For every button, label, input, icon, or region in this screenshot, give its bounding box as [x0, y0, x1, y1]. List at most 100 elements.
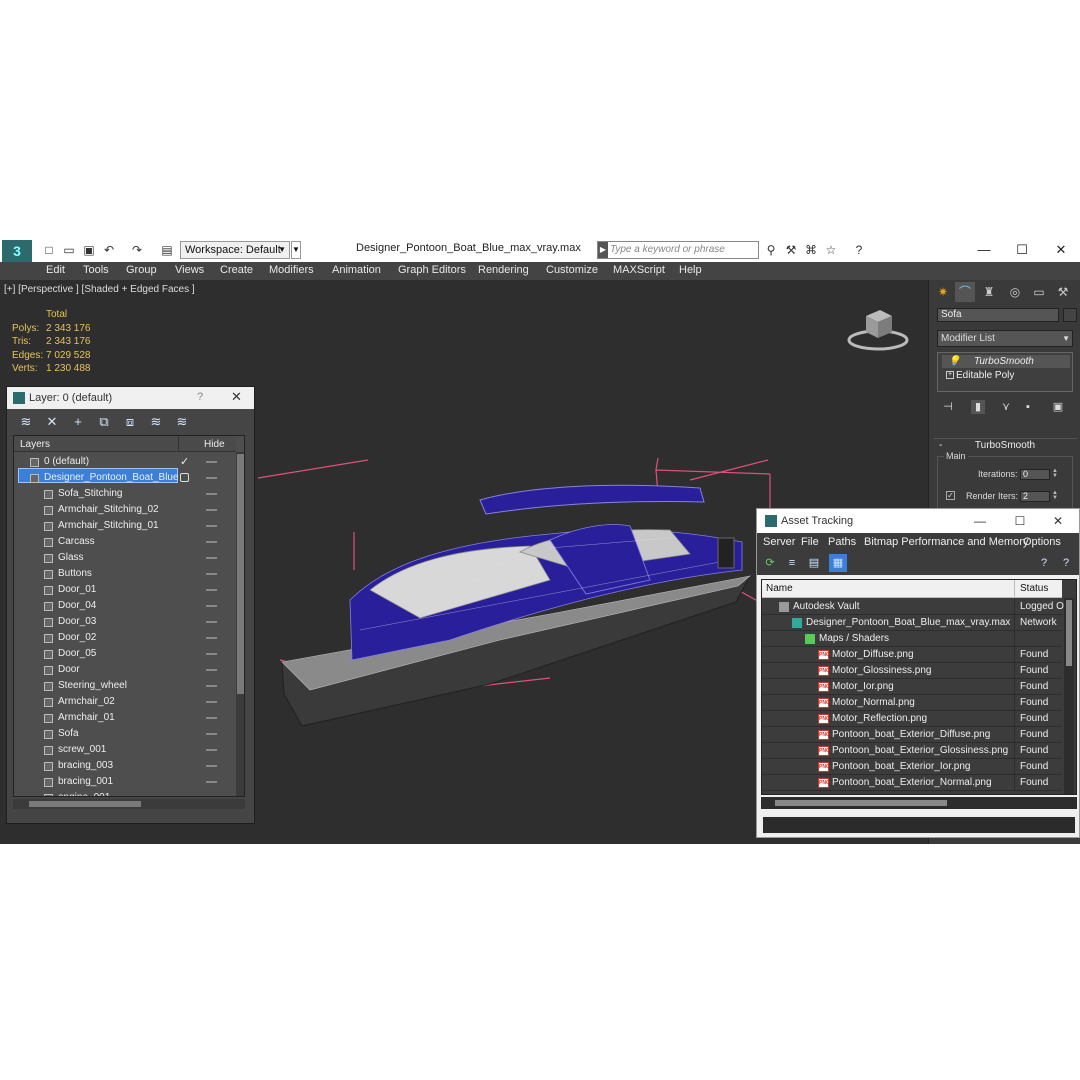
utilities-tab-icon[interactable]: ⚒	[1053, 282, 1073, 302]
hide-toggle-icon[interactable]	[206, 461, 217, 463]
satellite-icon[interactable]: ⌘	[804, 243, 818, 257]
scrollbar-thumb[interactable]	[1066, 600, 1072, 666]
asset-row[interactable]: PNG Motor_Normal.png Found	[762, 695, 1062, 711]
iterations-field[interactable]: 0	[1020, 469, 1050, 480]
layer-row[interactable]: bracing_001	[14, 774, 236, 790]
menu-graph-editors[interactable]: Graph Editors	[398, 264, 466, 276]
hide-toggle-icon[interactable]	[206, 749, 217, 751]
menu-views[interactable]: Views	[175, 264, 204, 276]
layer-row[interactable]: bracing_003	[14, 758, 236, 774]
wrench-icon[interactable]: ⚒	[784, 243, 798, 257]
menu-options[interactable]: Options	[1023, 536, 1061, 548]
context-help-icon[interactable]: ?	[1057, 554, 1075, 572]
menu-rendering[interactable]: Rendering	[478, 264, 529, 276]
render-iters-spinner-icon[interactable]: ▲ ▼	[1052, 490, 1058, 501]
layer-row[interactable]: Glass	[14, 550, 236, 566]
vertical-scrollbar[interactable]	[1064, 598, 1074, 794]
list-view-icon[interactable]: ≡	[783, 554, 801, 572]
scrollbar-thumb[interactable]	[237, 454, 244, 694]
layer-row[interactable]: Door_01	[14, 582, 236, 598]
render-iters-field[interactable]: 2	[1020, 491, 1050, 502]
display-tab-icon[interactable]: ▭	[1029, 282, 1049, 302]
new-file-icon[interactable]: □	[42, 243, 56, 257]
object-color-swatch[interactable]	[1063, 308, 1077, 322]
table-view-icon[interactable]: ▦	[829, 554, 847, 572]
asset-row[interactable]: Autodesk Vault Logged O	[762, 599, 1064, 615]
configure-sets-icon[interactable]: ▣	[1051, 400, 1065, 414]
layer-row[interactable]: screw_001	[14, 742, 236, 758]
asset-row[interactable]: PNG Motor_Diffuse.png Found	[762, 647, 1062, 663]
modifier-list-dropdown[interactable]: Modifier List ▼	[937, 330, 1073, 347]
viewport-label[interactable]: [+] [Perspective ] [Shaded + Edged Faces…	[4, 284, 195, 295]
layer-row[interactable]: Door_04	[14, 598, 236, 614]
close-button[interactable]: ✕	[1049, 512, 1067, 530]
layer-row[interactable]: Sofa_Stitching	[14, 486, 236, 502]
hide-toggle-icon[interactable]	[206, 717, 217, 719]
asset-row[interactable]: PNG Pontoon_boat_Exterior_Ior.png Found	[762, 759, 1062, 775]
pontoon-boat-model[interactable]	[250, 430, 790, 750]
hide-toggle-icon[interactable]	[206, 621, 217, 623]
menu-tools[interactable]: Tools	[83, 264, 109, 276]
stack-item-editable-poly[interactable]: + Editable Poly	[942, 369, 1070, 382]
help-button[interactable]: ?	[197, 391, 203, 403]
asset-row[interactable]: PNG Motor_Reflection.png Found	[762, 711, 1062, 727]
menu-server[interactable]: Server	[763, 536, 795, 548]
asset-row[interactable]: PNG Motor_Glossiness.png Found	[762, 663, 1062, 679]
star-icon[interactable]: ☆	[824, 243, 838, 257]
current-layer-check-icon[interactable]: ✓	[180, 454, 189, 470]
render-iters-checkbox[interactable]: ✓	[946, 491, 955, 500]
hide-toggle-icon[interactable]	[206, 653, 217, 655]
search-box[interactable]: ▶ Type a keyword or phrase	[597, 241, 759, 259]
asset-row[interactable]: Maps / Shaders	[762, 631, 1062, 647]
hide-toggle-icon[interactable]	[206, 493, 217, 495]
hide-toggle-icon[interactable]	[206, 541, 217, 543]
motion-tab-icon[interactable]: ◎	[1005, 282, 1025, 302]
pin-stack-icon[interactable]: ⊣	[941, 400, 955, 414]
layer-row[interactable]: Designer_Pontoon_Boat_Blue	[14, 470, 236, 486]
asset-dialog-titlebar[interactable]: Asset Tracking — ☐ ✕	[757, 509, 1079, 533]
delete-layer-icon[interactable]: ✕	[43, 413, 61, 431]
object-name-field[interactable]: Sofa	[937, 308, 1059, 322]
workspace-menu-button[interactable]: ▼	[291, 241, 301, 259]
hide-toggle-icon[interactable]	[206, 573, 217, 575]
asset-list[interactable]: Name Status Autodesk Vault Logged O Design…	[761, 579, 1077, 795]
menu-edit[interactable]: Edit	[46, 264, 65, 276]
save-icon[interactable]: ▣	[82, 243, 96, 257]
asset-row[interactable]: PNG Motor_Ior.png Found	[762, 679, 1062, 695]
search-input[interactable]: Type a keyword or phrase	[610, 244, 725, 255]
create-layer-icon[interactable]: ≋	[17, 413, 35, 431]
layer-row[interactable]: Armchair_Stitching_01	[14, 518, 236, 534]
layer-row[interactable]: Carcass	[14, 534, 236, 550]
undo-icon[interactable]: ↶	[102, 243, 116, 257]
close-icon[interactable]: ✕	[231, 389, 242, 405]
menu-animation[interactable]: Animation	[332, 264, 381, 276]
make-unique-icon[interactable]: ⋎	[999, 400, 1013, 414]
hide-all-icon[interactable]: ≋	[147, 413, 165, 431]
layer-row[interactable]: Door_05	[14, 646, 236, 662]
layer-dialog-titlebar[interactable]: Layer: 0 (default) ? ✕	[7, 387, 254, 409]
asset-row[interactable]: Designer_Pontoon_Boat_Blue_max_vray.max N…	[762, 615, 1062, 631]
hide-toggle-icon[interactable]	[206, 557, 217, 559]
expand-plus-icon[interactable]: +	[946, 371, 954, 379]
scrollbar-thumb[interactable]	[29, 801, 141, 807]
collapse-icon[interactable]: -	[939, 439, 942, 453]
hide-toggle-icon[interactable]	[206, 637, 217, 639]
menu-file[interactable]: File	[801, 536, 819, 548]
highlight-layer-icon[interactable]: ⧈	[121, 413, 139, 431]
layer-row[interactable]: 0 (default) ✓	[14, 454, 236, 470]
maximize-button[interactable]: ☐	[1011, 512, 1029, 530]
select-objects-icon[interactable]: ⧉	[95, 413, 113, 431]
layer-row[interactable]: Buttons	[14, 566, 236, 582]
layer-row[interactable]: Door	[14, 662, 236, 678]
app-logo-icon[interactable]: 3	[2, 240, 32, 262]
binoculars-icon[interactable]: ⚲	[764, 243, 778, 257]
menu-modifiers[interactable]: Modifiers	[269, 264, 314, 276]
project-folder-icon[interactable]: ▤	[160, 243, 174, 257]
hierarchy-tab-icon[interactable]: ♜	[979, 282, 999, 302]
hide-toggle-icon[interactable]	[206, 685, 217, 687]
workspace-dropdown[interactable]: Workspace: Default ▼	[180, 241, 290, 259]
viewcube-icon[interactable]	[846, 304, 910, 352]
menu-paths[interactable]: Paths	[828, 536, 856, 548]
turbosmooth-rollout-header[interactable]: - TurboSmooth	[933, 438, 1077, 452]
freeze-all-icon[interactable]: ≋	[173, 413, 191, 431]
